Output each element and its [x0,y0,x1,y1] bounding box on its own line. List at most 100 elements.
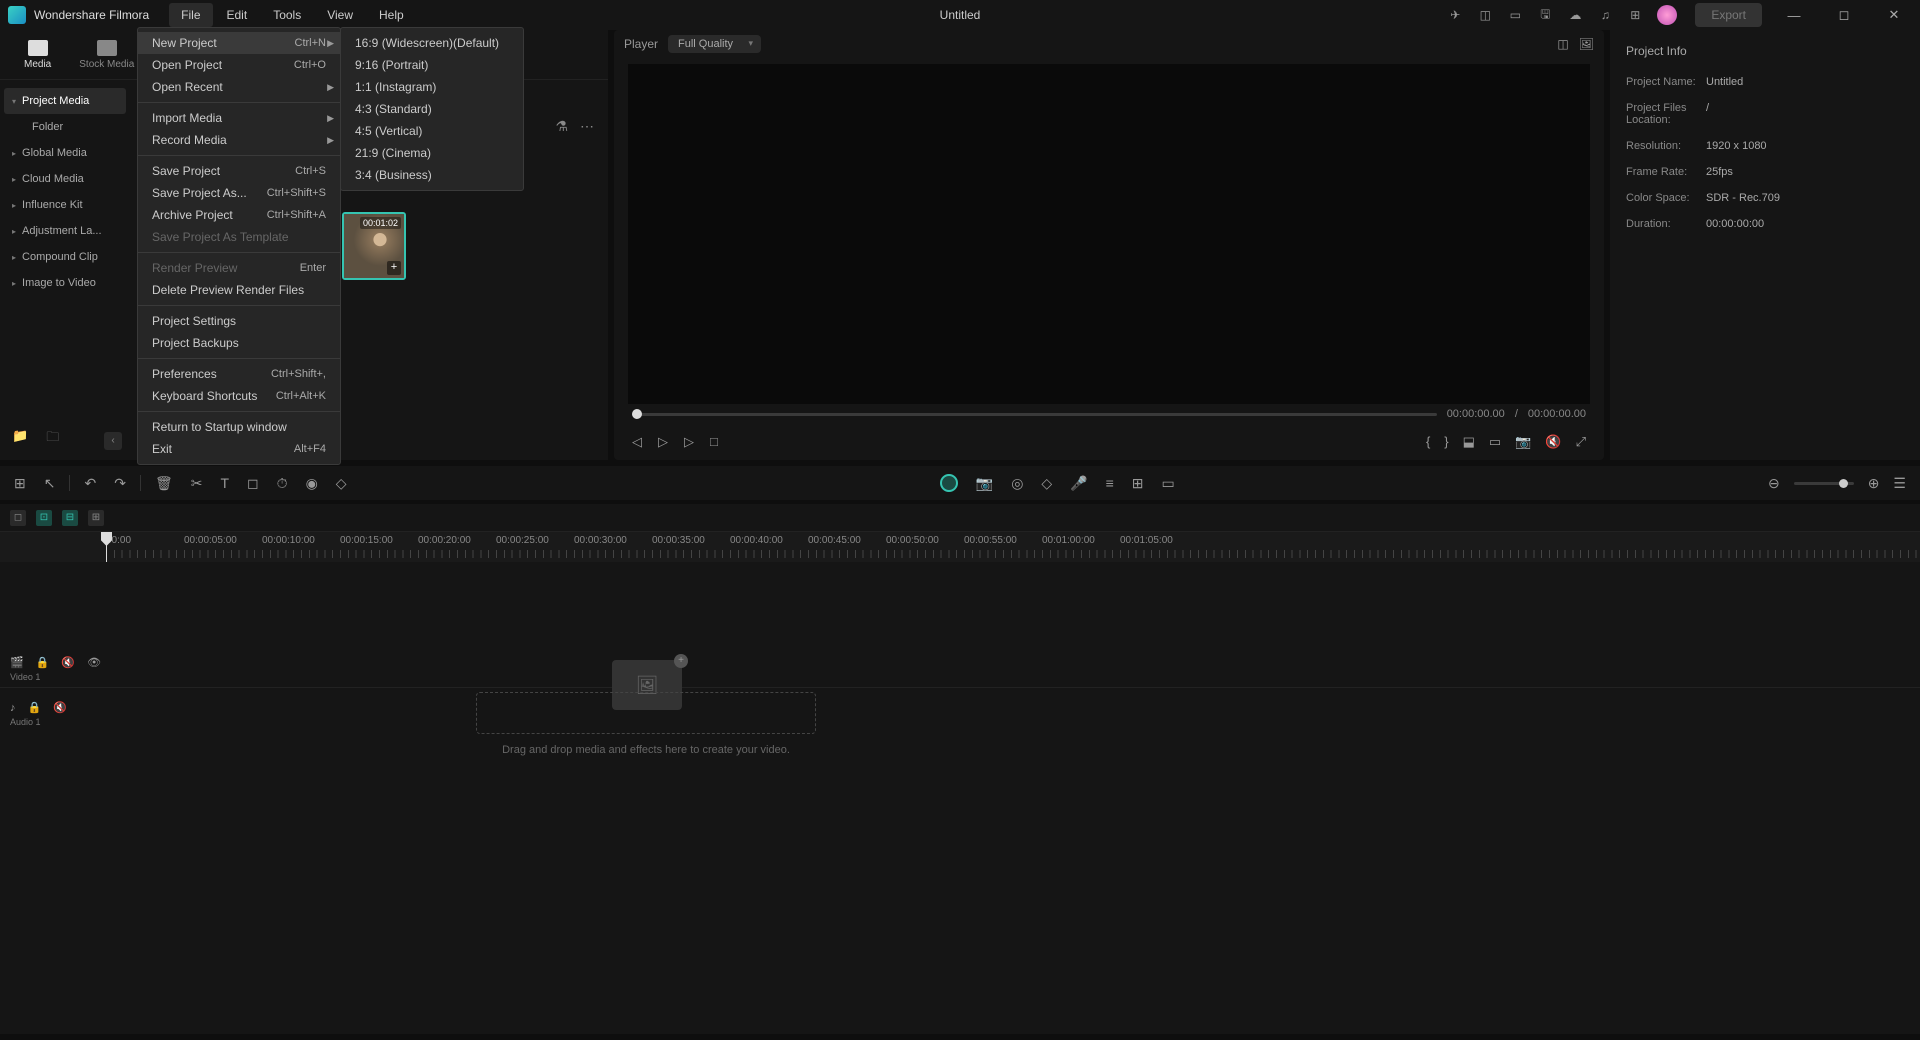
tab-media[interactable]: Media [10,36,65,74]
player-quality-select[interactable]: Full Quality [668,35,761,53]
new-bin-icon[interactable]: 🗀 [46,428,59,450]
menu-file[interactable]: File [169,3,212,27]
keyframe-icon[interactable]: ◇ [336,475,347,492]
grid-icon[interactable]: ⊞ [1627,7,1643,23]
file-startup[interactable]: Return to Startup window [138,416,340,438]
file-project-backups[interactable]: Project Backups [138,332,340,354]
cloud-icon[interactable]: ☁ [1567,7,1583,23]
video-track-icon[interactable]: 🎬 [10,656,24,669]
add-to-timeline-icon[interactable]: + [387,261,401,275]
compare-icon[interactable]: ◫ [1557,37,1568,51]
delete-icon[interactable]: 🗑 [155,475,173,492]
pointer-tool-icon[interactable]: ↖ [44,475,56,492]
tl-layout-icon[interactable]: ◻ [10,510,26,526]
file-save-as[interactable]: Save Project As...Ctrl+Shift+S [138,182,340,204]
zoom-slider[interactable] [1794,482,1854,485]
track-view-icon[interactable]: ☰ [1893,475,1906,492]
export-button[interactable]: Export [1695,3,1762,27]
sidebar-project-media[interactable]: ▾Project Media [4,88,126,114]
headphones-icon[interactable]: ♫ [1597,7,1613,23]
mark-in-icon[interactable]: { [1426,434,1430,450]
sidebar-compound-clip[interactable]: ▸Compound Clip [4,244,126,270]
scrub-handle[interactable] [632,409,642,419]
redo-icon[interactable]: ↷ [114,475,126,492]
tl-sync-icon[interactable]: ⊞ [88,510,104,526]
file-project-settings[interactable]: Project Settings [138,310,340,332]
stop-icon[interactable]: □ [710,434,718,450]
file-archive[interactable]: Archive ProjectCtrl+Shift+A [138,204,340,226]
text-icon[interactable]: T [220,475,229,491]
sidebar-influence-kit[interactable]: ▸Influence Kit [4,192,126,218]
speed-icon[interactable]: ⏱ [277,475,288,492]
aspect-4-3[interactable]: 4:3 (Standard) [341,98,523,120]
shield-tool-icon[interactable]: ◇ [1041,475,1052,492]
zoom-out-icon[interactable]: ⊖ [1768,475,1780,492]
file-open-project[interactable]: Open ProjectCtrl+O [138,54,340,76]
new-folder-icon[interactable]: 📁 [12,428,28,450]
file-save-project[interactable]: Save ProjectCtrl+S [138,160,340,182]
mic-tool-icon[interactable]: 🎤 [1070,475,1087,492]
layout-tool-icon[interactable]: ⊞ [1132,475,1144,492]
file-delete-preview[interactable]: Delete Preview Render Files [138,279,340,301]
circle-tool-icon[interactable]: ◎ [1011,475,1023,492]
aspect-21-9[interactable]: 21:9 (Cinema) [341,142,523,164]
menu-view[interactable]: View [315,3,365,27]
snapshot-icon[interactable]: 📷 [1515,434,1531,450]
aspect-16-9[interactable]: 16:9 (Widescreen)(Default) [341,32,523,54]
smart-tool-icon[interactable] [940,474,958,492]
aspect-9-16[interactable]: 9:16 (Portrait) [341,54,523,76]
playhead[interactable] [106,532,107,562]
scrub-track[interactable] [632,413,1437,416]
cut-icon[interactable]: ✂ [191,475,203,492]
track-mute-icon[interactable]: 🔇 [61,656,75,669]
audio-mute-icon[interactable]: 🔇 [53,701,67,714]
file-shortcuts[interactable]: Keyboard ShortcutsCtrl+Alt+K [138,385,340,407]
file-exit[interactable]: ExitAlt+F4 [138,438,340,460]
collapse-sidebar-icon[interactable]: ‹ [104,432,122,450]
file-preferences[interactable]: PreferencesCtrl+Shift+, [138,363,340,385]
screen-adjust-icon[interactable]: ▭ [1489,434,1501,450]
volume-icon[interactable]: 🔇 [1545,434,1561,450]
timeline-ruler[interactable]: 00:00 00:00:05:00 00:00:10:00 00:00:15:0… [0,532,1920,562]
file-record-media[interactable]: Record Media▶ [138,129,340,151]
sidebar-adjustment-layer[interactable]: ▸Adjustment La... [4,218,126,244]
menu-help[interactable]: Help [367,3,416,27]
grid-tool-icon[interactable]: ⊞ [14,475,26,492]
minimize-button[interactable]: — [1776,8,1812,23]
tl-link-icon[interactable]: ⊟ [62,510,78,526]
audio-track-icon[interactable]: ♪ [10,702,16,714]
subtitle-tool-icon[interactable]: ≡ [1106,475,1114,491]
menu-tools[interactable]: Tools [261,3,313,27]
close-button[interactable]: ✕ [1876,7,1912,23]
more-icon[interactable]: ⋯ [580,118,594,135]
color-icon[interactable]: ◉ [306,475,318,492]
send-icon[interactable]: ✈ [1447,7,1463,23]
crop-icon[interactable]: ◻ [247,475,259,492]
file-open-recent[interactable]: Open Recent▶ [138,76,340,98]
undo-icon[interactable]: ↶ [84,475,96,492]
tab-stock-media[interactable]: Stock Media [65,36,148,74]
sidebar-cloud-media[interactable]: ▸Cloud Media [4,166,126,192]
zoom-in-icon[interactable]: ⊕ [1868,475,1880,492]
avatar[interactable] [1657,5,1677,25]
next-frame-icon[interactable]: ▷ [684,434,694,450]
track-visible-icon[interactable]: 👁 [87,656,101,669]
media-clip-thumbnail[interactable]: 00:01:02 + [342,212,406,280]
audio-lock-icon[interactable]: 🔒 [28,701,42,714]
file-new-project[interactable]: New ProjectCtrl+N▶ [138,32,340,54]
tl-magnet-icon[interactable]: ⊡ [36,510,52,526]
track-lock-icon[interactable]: 🔒 [36,656,50,669]
camera-tool-icon[interactable]: 📷 [976,475,993,492]
sidebar-folder[interactable]: Folder [4,114,126,140]
prev-frame-icon[interactable]: ◁ [632,434,642,450]
mark-out-icon[interactable]: } [1444,434,1448,450]
split-tool-icon[interactable]: ▭ [1162,475,1175,492]
fullscreen-icon[interactable]: ⤢ [1576,434,1586,450]
play-icon[interactable]: ▷ [658,434,668,450]
maximize-button[interactable]: ◻ [1826,7,1862,23]
image-icon[interactable]: 🖼 [1579,37,1594,51]
aspect-1-1[interactable]: 1:1 (Instagram) [341,76,523,98]
player-viewport[interactable] [628,64,1590,404]
sidebar-global-media[interactable]: ▸Global Media [4,140,126,166]
filter-icon[interactable]: ⚗ [555,118,568,135]
